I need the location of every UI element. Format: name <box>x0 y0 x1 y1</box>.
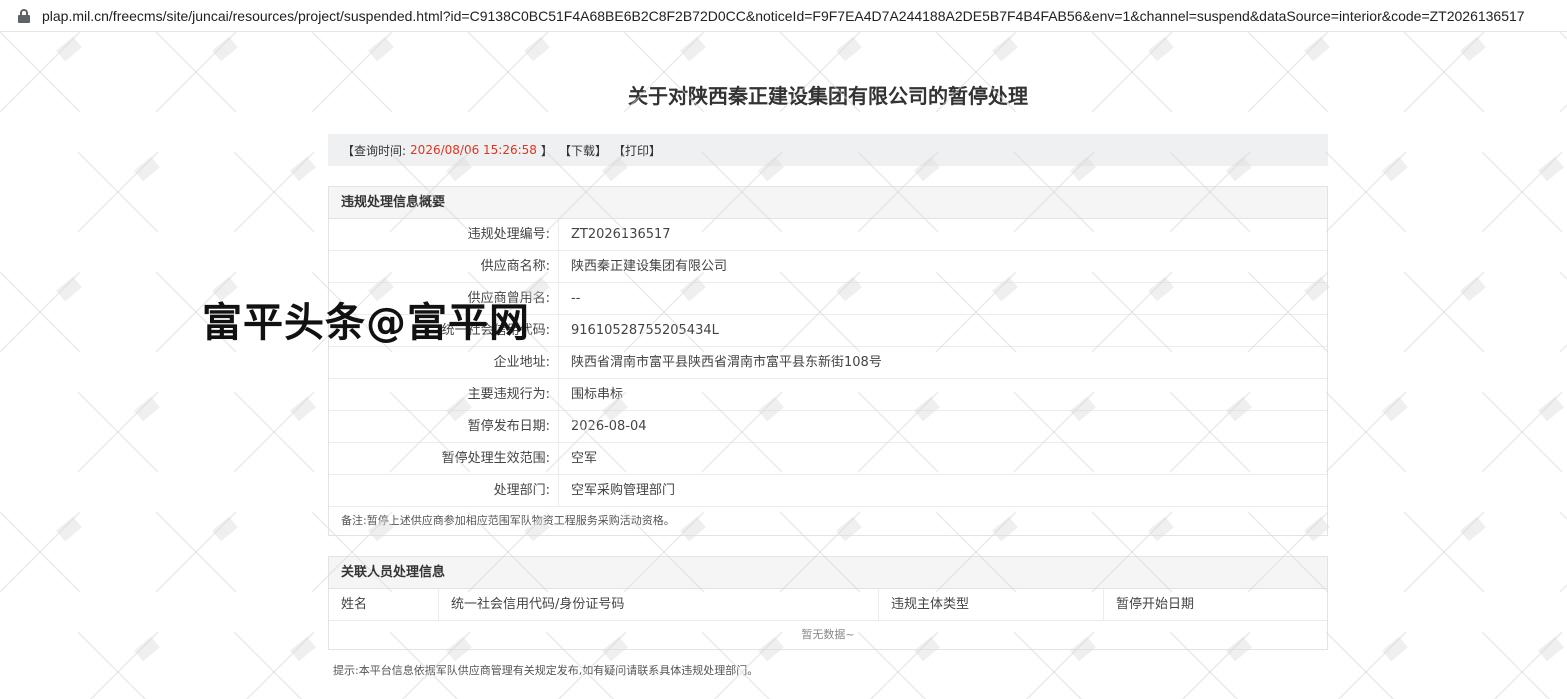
watermark-mark <box>1403 271 1486 353</box>
row-value: 2026-08-04 <box>571 419 647 434</box>
watermark-mark <box>1481 631 1564 699</box>
column-header: 暂停开始日期 <box>1116 597 1195 612</box>
column-header: 违规主体类型 <box>879 589 1104 620</box>
overlay-brand-text: 富平头条@富平网 <box>202 300 530 346</box>
row-value: -- <box>571 291 581 306</box>
row-value: 陕西秦正建设集团有限公司 <box>571 259 728 274</box>
print-link[interactable]: 【打印】 <box>613 142 661 159</box>
violation-note: 备注:暂停上述供应商参加相应范围军队物资工程服务采购活动资格。 <box>341 514 675 527</box>
violation-row: 主要违规行为: 围标串标 <box>329 379 1327 411</box>
row-label: 主要违规行为: <box>329 379 559 410</box>
watermark-mark <box>233 631 316 699</box>
page-title: 关于对陕西秦正建设集团有限公司的暂停处理 <box>628 84 1028 108</box>
download-link[interactable]: 【下载】 <box>559 142 607 159</box>
watermark-mark <box>1403 511 1486 593</box>
row-value: 空军采购管理部门 <box>571 483 676 498</box>
violation-summary-panel: 违规处理信息概要 违规处理编号: ZT2026136517 供应商名称: 陕西秦… <box>328 186 1328 536</box>
row-value: 陕西省渭南市富平县陕西省渭南市富平县东新街108号 <box>571 355 882 370</box>
watermark-mark <box>77 631 160 699</box>
personnel-panel: 关联人员处理信息 姓名 统一社会信用代码/身份证号码 违规主体类型 暂停开始日期… <box>328 556 1328 650</box>
violation-row: 企业地址: 陕西省渭南市富平县陕西省渭南市富平县东新街108号 <box>329 347 1327 379</box>
watermark-mark <box>0 511 82 593</box>
row-label: 供应商名称: <box>329 251 559 282</box>
watermark-mark <box>233 391 316 473</box>
query-time: 2026/08/06 15:26:58 <box>410 143 537 157</box>
watermark-mark <box>155 511 238 593</box>
empty-table-message: 暂无数据~ <box>801 628 855 641</box>
violation-row: 暂停处理生效范围: 空军 <box>329 443 1327 475</box>
watermark-mark <box>1481 391 1564 473</box>
row-value: 空军 <box>571 451 598 466</box>
row-value: ZT2026136517 <box>571 227 671 242</box>
watermark-mark <box>1325 151 1408 233</box>
address-bar[interactable]: plap.mil.cn/freecms/site/juncai/resource… <box>0 0 1567 32</box>
url-text[interactable]: plap.mil.cn/freecms/site/juncai/resource… <box>42 8 1567 24</box>
row-value: 围标串标 <box>571 387 624 402</box>
watermark-mark <box>1325 391 1408 473</box>
violation-row: 暂停发布日期: 2026-08-04 <box>329 411 1327 443</box>
row-label: 处理部门: <box>329 475 559 506</box>
violation-row: 处理部门: 空军采购管理部门 <box>329 475 1327 507</box>
lock-icon[interactable] <box>18 8 30 23</box>
watermark-mark <box>1559 511 1567 593</box>
watermark-mark <box>77 151 160 233</box>
query-time-suffix: 】 <box>540 143 553 158</box>
watermark-mark <box>1481 151 1564 233</box>
row-label: 暂停发布日期: <box>329 411 559 442</box>
query-toolbar: 【查询时间: 2026/08/06 15:26:58 】 【下载】 【打印】 <box>328 134 1328 166</box>
watermark-mark <box>0 32 82 113</box>
row-label: 企业地址: <box>329 347 559 378</box>
watermark-mark <box>1559 32 1567 113</box>
row-value: 91610528755205434L <box>571 323 719 338</box>
query-time-prefix: 【查询时间: <box>342 143 407 158</box>
watermark-mark <box>0 271 82 353</box>
violation-row: 违规处理编号: ZT2026136517 <box>329 219 1327 251</box>
personnel-table-header: 姓名 统一社会信用代码/身份证号码 违规主体类型 暂停开始日期 <box>329 589 1327 621</box>
watermark-mark <box>233 151 316 233</box>
watermark-mark <box>1559 271 1567 353</box>
column-header: 姓名 <box>329 589 439 620</box>
row-label: 暂停处理生效范围: <box>329 443 559 474</box>
footer-tip: 提示:本平台信息依据军队供应商管理有关规定发布,如有疑问请联系具体违规处理部门。 <box>333 664 759 677</box>
watermark-mark <box>77 391 160 473</box>
row-label: 违规处理编号: <box>329 219 559 250</box>
violation-row: 供应商名称: 陕西秦正建设集团有限公司 <box>329 251 1327 283</box>
watermark-mark <box>155 32 238 113</box>
personnel-heading: 关联人员处理信息 <box>329 557 1327 589</box>
violation-summary-heading: 违规处理信息概要 <box>329 187 1327 219</box>
watermark-mark <box>1325 631 1408 699</box>
column-header: 统一社会信用代码/身份证号码 <box>439 589 879 620</box>
watermark-mark <box>1403 32 1486 113</box>
